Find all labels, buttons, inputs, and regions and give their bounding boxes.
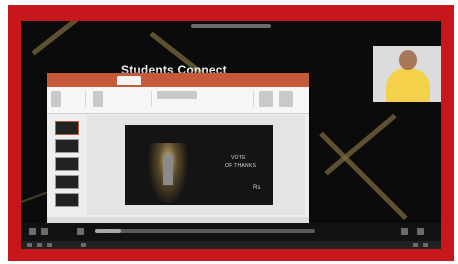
participant-avatar [399,50,417,70]
playback-controls [21,223,441,241]
slide-thumbnail[interactable] [55,175,79,189]
ribbon-tab[interactable] [117,76,141,85]
ribbon-group [203,91,254,107]
editing-icon[interactable] [279,91,293,107]
participant-body [386,68,430,102]
slide-canvas: VOTE OF THANKS Rs [87,115,305,215]
slide-thumbnail[interactable] [55,193,79,207]
video-frame: Students Connect VOTE OF THANKS Rs [8,5,454,261]
slide-thumbnail[interactable] [55,157,79,171]
ribbon-group [107,91,152,107]
webcam-feed[interactable] [373,46,441,102]
tray-icon[interactable] [423,243,428,247]
taskbar-app-icon[interactable] [47,243,52,247]
meeting-screen: Students Connect VOTE OF THANKS Rs [21,21,441,249]
top-notch [191,24,271,28]
ribbon-toolbar [47,87,309,114]
font-icon[interactable] [157,91,197,99]
taskbar-app-icon[interactable] [37,243,42,247]
paste-icon[interactable] [51,91,61,107]
play-icon[interactable] [29,228,36,235]
slide-heading: VOTE [231,155,246,161]
podium-graphic [163,155,173,185]
taskbar-app-icon[interactable] [81,243,86,247]
settings-icon[interactable] [401,228,408,235]
slide-thumbnail[interactable] [55,139,79,153]
progress-track[interactable] [95,229,315,233]
slide-thumbnail[interactable] [55,121,79,135]
deco-line [31,21,106,56]
new-slide-icon[interactable] [93,91,103,107]
tray-icon[interactable] [413,243,418,247]
next-icon[interactable] [41,228,48,235]
ribbon-group [65,91,86,107]
ribbon-tab-bar [47,73,309,87]
drawing-icon[interactable] [259,91,273,107]
start-icon[interactable] [27,243,32,247]
progress-fill [95,229,122,233]
volume-icon[interactable] [77,228,84,235]
fullscreen-icon[interactable] [417,228,424,235]
taskbar [21,241,441,249]
powerpoint-window[interactable]: VOTE OF THANKS Rs [47,73,309,223]
current-slide[interactable]: VOTE OF THANKS Rs [125,125,273,205]
slide-subheading: OF THANKS [225,163,257,169]
slide-logo: Rs [253,185,261,191]
